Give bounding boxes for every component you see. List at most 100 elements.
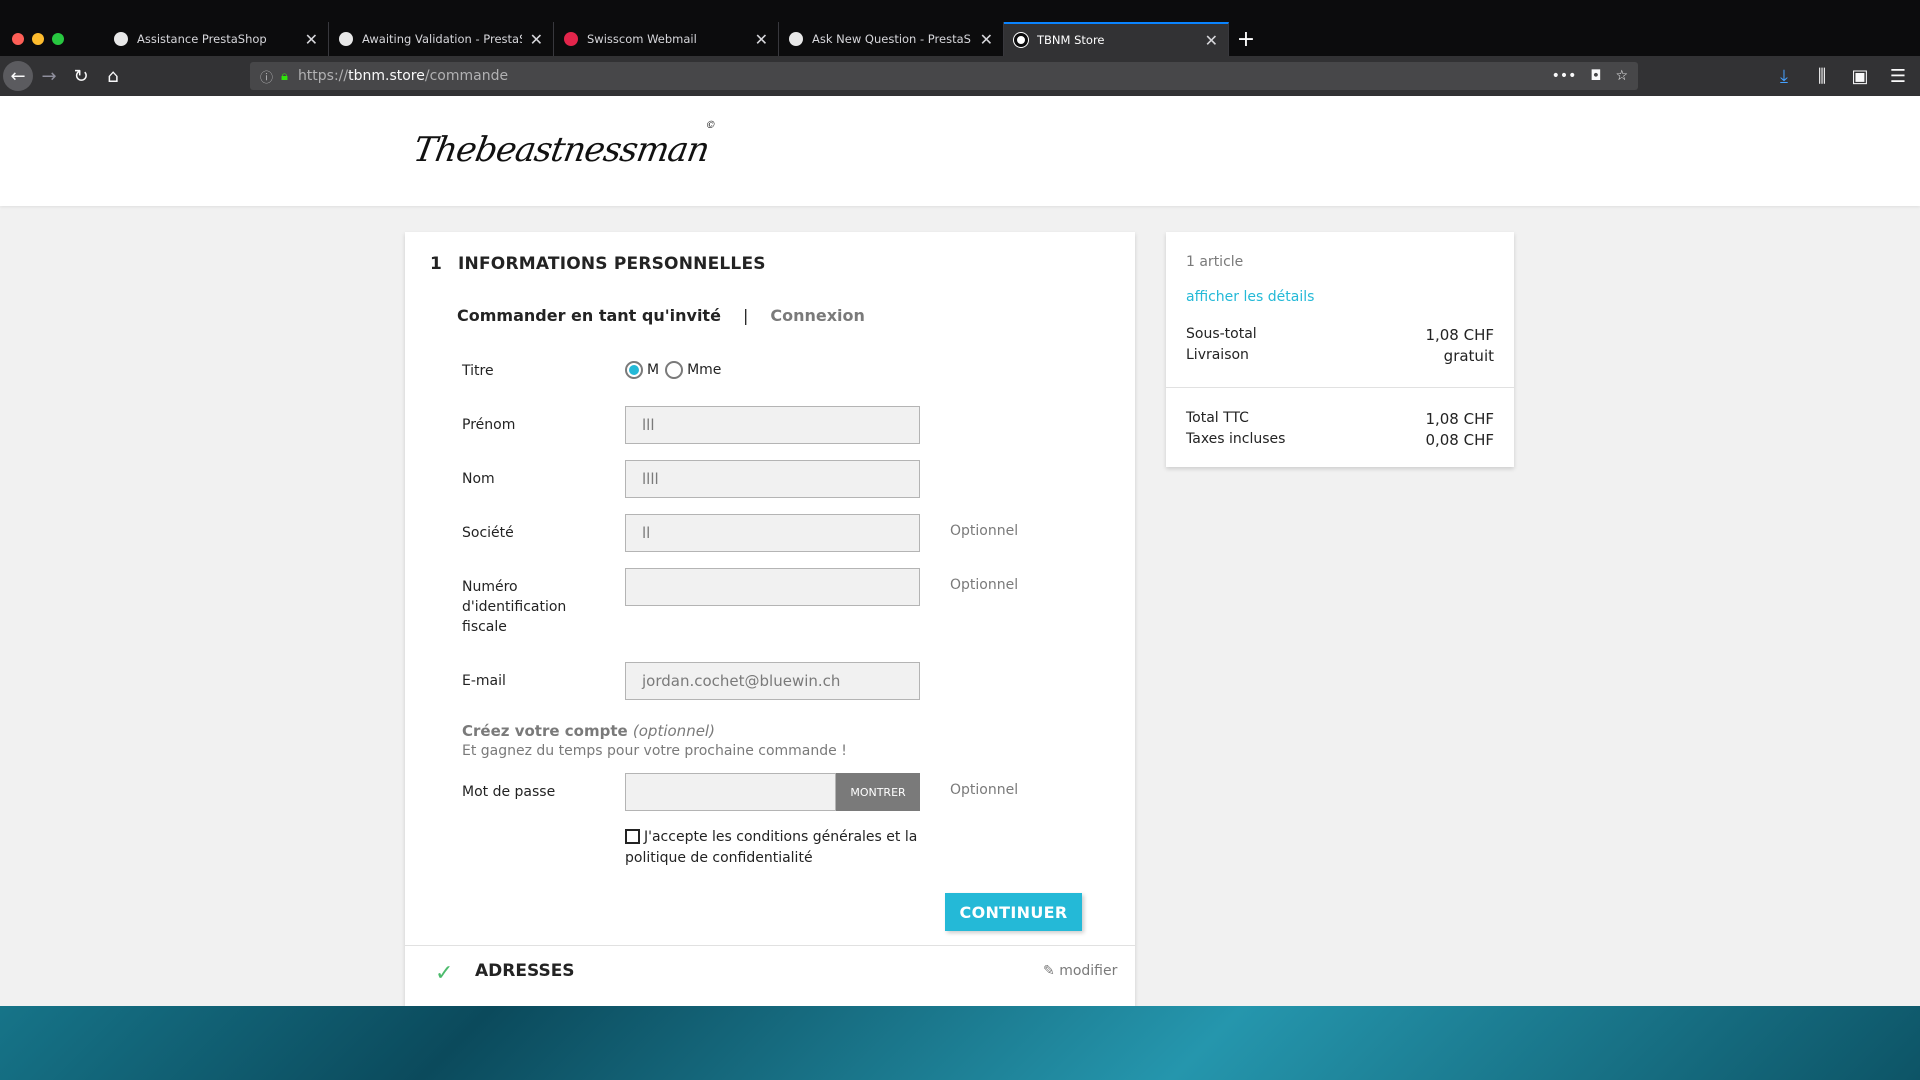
logo-text: Thebeastnessman xyxy=(410,130,712,170)
url-text[interactable]: https://tbnm.store/commande xyxy=(298,68,508,84)
close-tab-icon[interactable]: ✕ xyxy=(755,30,768,49)
cart-item-count: 1 article xyxy=(1186,254,1244,270)
create-account-title-text: Créez votre compte xyxy=(462,722,628,740)
pencil-icon: ✎ xyxy=(1043,963,1055,979)
close-window-button[interactable] xyxy=(12,33,24,45)
close-tab-icon[interactable]: ✕ xyxy=(305,30,318,49)
modify-label: modifier xyxy=(1059,963,1118,979)
tab-awaiting-validation[interactable]: Awaiting Validation - PrestaSho ✕ xyxy=(329,22,554,56)
terms-consent: J'accepte les conditions générales et la… xyxy=(625,827,925,869)
company-label: Société xyxy=(462,525,514,541)
tab-assistance-prestashop[interactable]: Assistance PrestaShop ✕ xyxy=(104,22,329,56)
favicon-icon xyxy=(789,32,803,46)
more-icon[interactable]: ••• xyxy=(1552,68,1577,84)
password-optional-label: Optionnel xyxy=(950,782,1019,798)
tab-login[interactable]: Connexion xyxy=(770,306,865,325)
email-label: E-mail xyxy=(462,673,506,689)
create-account-subtitle: Et gagnez du temps pour votre prochaine … xyxy=(462,743,847,759)
library-icon[interactable]: ⫼ xyxy=(1806,60,1838,92)
create-account-optional: (optionnel) xyxy=(632,722,715,740)
firstname-input[interactable]: lll xyxy=(625,406,920,444)
back-icon[interactable]: ← xyxy=(3,61,33,91)
shipping-value: gratuit xyxy=(1443,347,1494,365)
checkmark-icon: ✓ xyxy=(435,961,454,986)
step-number: 1 xyxy=(430,254,443,274)
close-tab-icon[interactable]: ✕ xyxy=(530,30,543,49)
continue-button[interactable]: CONTINUER xyxy=(945,893,1082,931)
reload-icon[interactable]: ↻ xyxy=(65,60,97,92)
window-controls xyxy=(12,33,64,45)
minimize-window-button[interactable] xyxy=(32,33,44,45)
favicon-icon xyxy=(564,32,578,46)
taxes-label: Taxes incluses xyxy=(1186,431,1286,447)
total-label: Total TTC xyxy=(1186,410,1249,426)
site-logo[interactable]: Thebeastnessman © xyxy=(410,120,715,170)
home-icon[interactable]: ⌂ xyxy=(97,60,129,92)
tab-tbnm-store[interactable]: TBNM Store ✕ xyxy=(1004,22,1229,56)
total-value: 1,08 CHF xyxy=(1425,410,1494,428)
shipping-row: Livraison gratuit xyxy=(1186,347,1494,365)
tab-title: Assistance PrestaShop xyxy=(137,32,267,46)
lock-icon[interactable]: 🔒︎ xyxy=(281,69,288,84)
shipping-label: Livraison xyxy=(1186,347,1249,363)
new-tab-button[interactable]: + xyxy=(1229,22,1263,56)
total-row: Total TTC 1,08 CHF xyxy=(1186,410,1494,428)
show-password-button[interactable]: MONTRER xyxy=(836,773,920,811)
vat-number-input[interactable] xyxy=(625,568,920,606)
terms-checkbox[interactable] xyxy=(625,829,640,844)
tab-title: Ask New Question - PrestaSho xyxy=(812,32,972,46)
vat-label-line: Numéro xyxy=(462,579,518,595)
subtotal-value: 1,08 CHF xyxy=(1425,326,1494,344)
url-path: /commande xyxy=(424,68,509,84)
url-bar[interactable]: ⓘ 🔒︎ https://tbnm.store/commande ••• ◘ ☆ xyxy=(250,62,1638,90)
tab-bar: Assistance PrestaShop ✕ Awaiting Validat… xyxy=(0,0,1920,56)
firstname-label: Prénom xyxy=(462,417,516,433)
pocket-icon[interactable]: ◘ xyxy=(1590,68,1601,84)
close-tab-icon[interactable]: ✕ xyxy=(980,30,993,49)
sidebar-icon[interactable]: ▣ xyxy=(1844,60,1876,92)
tab-guest-checkout[interactable]: Commander en tant qu'invité xyxy=(457,306,721,325)
auth-tabs: Commander en tant qu'invité | Connexion xyxy=(457,306,865,325)
browser-window: Assistance PrestaShop ✕ Awaiting Validat… xyxy=(0,0,1920,1006)
title-radio-m-label: M xyxy=(647,362,660,378)
logo-mark: © xyxy=(704,120,716,131)
close-tab-icon[interactable]: ✕ xyxy=(1205,31,1218,50)
vat-label-line: d'identification xyxy=(462,599,567,615)
section-divider xyxy=(405,945,1135,946)
title-radio-mme[interactable] xyxy=(665,361,684,379)
title-label: Titre xyxy=(462,363,494,379)
tab-title: Swisscom Webmail xyxy=(587,32,697,46)
password-input[interactable] xyxy=(625,773,836,811)
tab-swisscom-webmail[interactable]: Swisscom Webmail ✕ xyxy=(554,22,779,56)
addresses-step-title[interactable]: ADRESSES xyxy=(475,961,575,981)
lastname-input[interactable]: llll xyxy=(625,460,920,498)
lastname-label: Nom xyxy=(462,471,495,487)
site-header: Thebeastnessman © xyxy=(0,96,1920,206)
navigation-bar: ← → ↻ ⌂ ⓘ 🔒︎ https://tbnm.store/commande… xyxy=(0,56,1920,96)
maximize-window-button[interactable] xyxy=(52,33,64,45)
show-details-link[interactable]: afficher les détails xyxy=(1186,289,1314,305)
bookmark-icon[interactable]: ☆ xyxy=(1615,68,1628,84)
step-title: 1 INFORMATIONS PERSONNELLES xyxy=(430,254,766,274)
favicon-icon xyxy=(114,32,128,46)
title-radio-mme-label: Mme xyxy=(687,362,722,378)
modify-addresses-link[interactable]: ✎ modifier xyxy=(1043,963,1117,979)
info-icon[interactable]: ⓘ xyxy=(260,67,273,86)
url-bar-actions: ••• ◘ ☆ xyxy=(1552,68,1628,84)
url-scheme: https:// xyxy=(297,68,349,84)
title-radio-m[interactable] xyxy=(625,361,643,379)
company-input[interactable]: ll xyxy=(625,514,920,552)
web-page: Thebeastnessman © 1 INFORMATIONS PERSONNE… xyxy=(0,96,1920,1006)
subtotal-row: Sous-total 1,08 CHF xyxy=(1186,326,1494,344)
email-input[interactable]: jordan.cochet@bluewin.ch xyxy=(625,662,920,700)
tab-separator: | xyxy=(742,306,749,325)
menu-icon[interactable]: ☰ xyxy=(1882,60,1914,92)
forward-icon[interactable]: → xyxy=(33,60,65,92)
cart-summary: 1 article afficher les détails Sous-tota… xyxy=(1166,232,1514,467)
tab-ask-new-question[interactable]: Ask New Question - PrestaSho ✕ xyxy=(779,22,1004,56)
tabs: Assistance PrestaShop ✕ Awaiting Validat… xyxy=(104,22,1263,56)
url-host: tbnm.store xyxy=(348,68,425,84)
company-optional-label: Optionnel xyxy=(950,523,1019,539)
download-icon[interactable]: ⤓ xyxy=(1768,60,1800,92)
summary-divider xyxy=(1166,387,1514,388)
